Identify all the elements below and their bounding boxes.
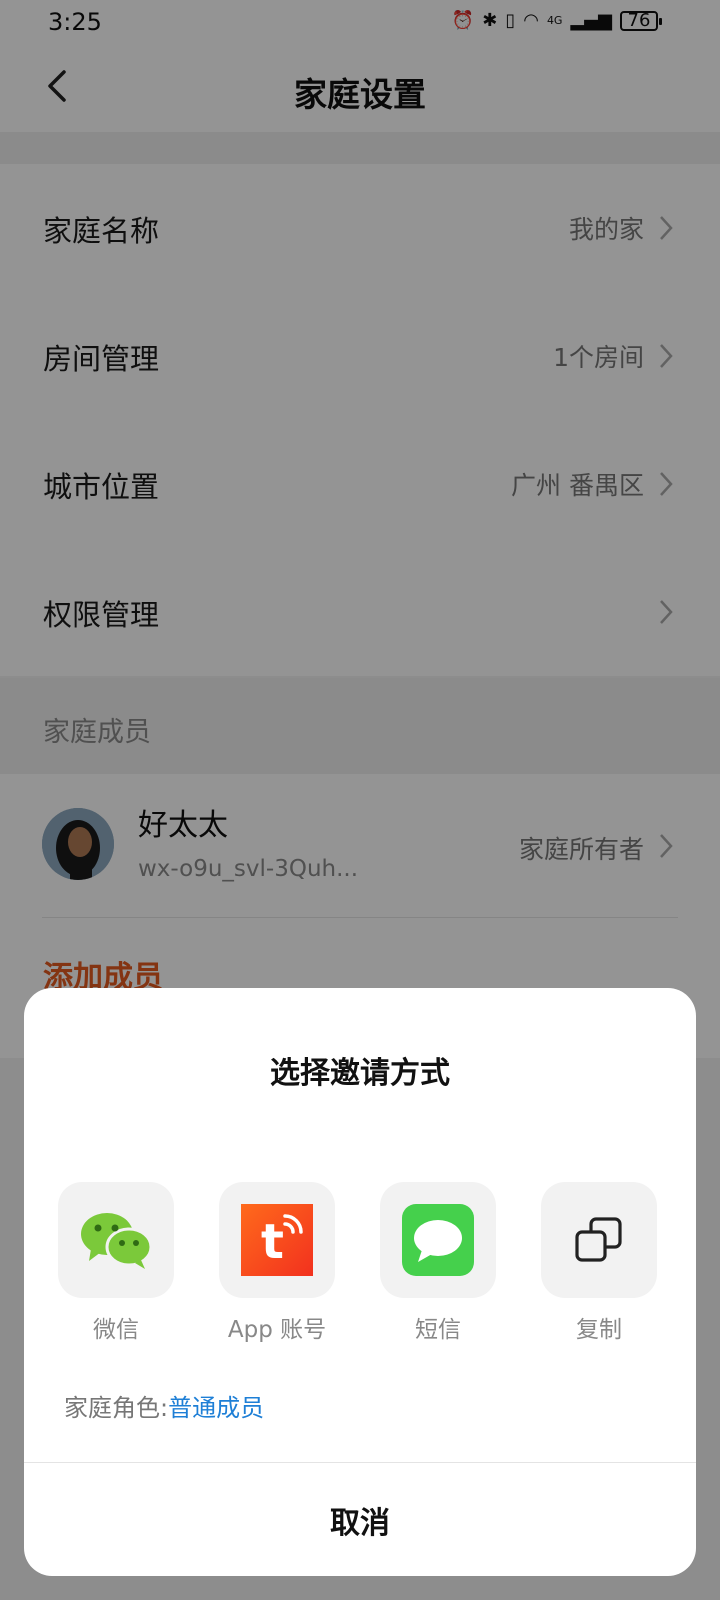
invite-option-sms[interactable]: 短信 — [380, 1182, 496, 1344]
option-label: 短信 — [415, 1317, 461, 1343]
invite-option-copy[interactable]: 复制 — [541, 1182, 657, 1344]
invite-method-sheet: 选择邀请方式 微信 t App 账号 短信 复制 家庭角色:普通成员 取消 — [24, 988, 696, 1576]
divider — [24, 1462, 696, 1463]
role-prefix: 家庭角色: — [64, 1394, 169, 1422]
option-label: 复制 — [576, 1317, 622, 1343]
home-settings-screen: 3:25 ⏰ ✱ ▯ ◠ 4G ▂▄▆ 76 家庭设置 家庭名称 我的家 房间管… — [0, 0, 720, 1600]
copy-icon — [575, 1217, 622, 1262]
sms-tile[interactable] — [380, 1182, 496, 1298]
option-label: App 账号 — [227, 1317, 327, 1343]
copy-tile[interactable] — [541, 1182, 657, 1298]
wechat-icon — [81, 1213, 153, 1269]
invite-options: 微信 t App 账号 短信 复制 — [58, 1182, 662, 1343]
invite-option-app-account[interactable]: t App 账号 — [219, 1182, 335, 1344]
option-label: 微信 — [93, 1317, 139, 1343]
svg-text:t: t — [261, 1214, 284, 1270]
family-role: 家庭角色:普通成员 — [64, 1388, 264, 1423]
tuya-app-icon: t — [241, 1204, 313, 1276]
app-account-tile[interactable]: t — [219, 1182, 335, 1298]
invite-option-wechat[interactable]: 微信 — [58, 1182, 174, 1344]
wechat-tile[interactable] — [58, 1182, 174, 1298]
sheet-title: 选择邀请方式 — [270, 1056, 450, 1091]
sms-icon — [402, 1204, 474, 1276]
cancel-button[interactable]: 取消 — [24, 1498, 696, 1542]
role-selector[interactable]: 普通成员 — [168, 1394, 264, 1422]
